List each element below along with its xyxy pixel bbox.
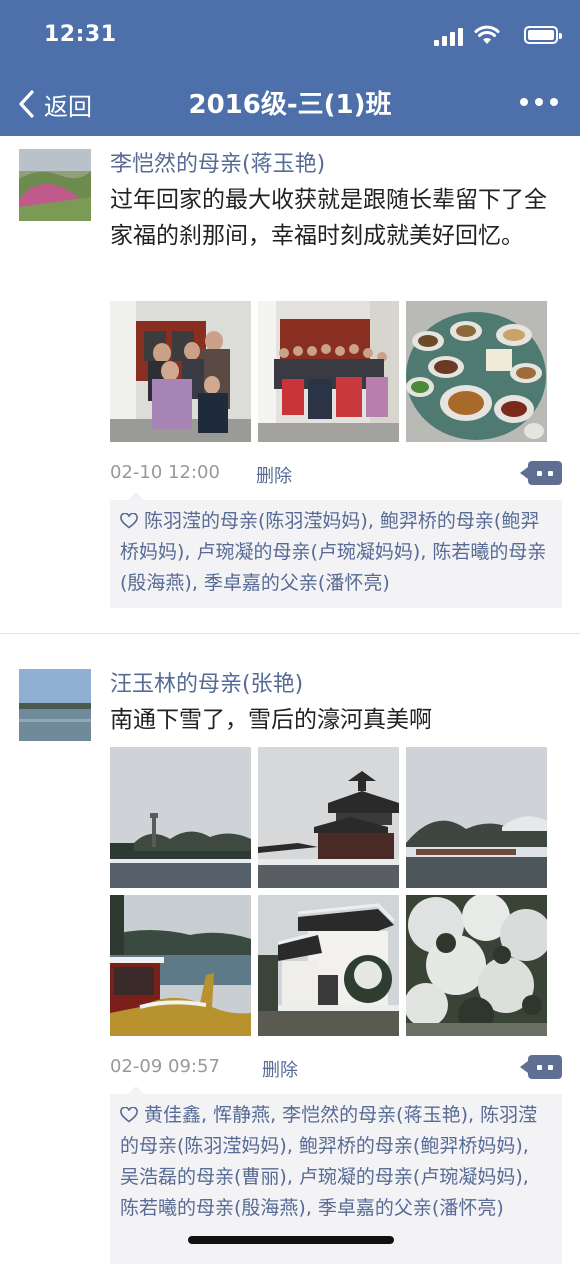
post-photo[interactable] xyxy=(110,301,251,442)
post-photo[interactable] xyxy=(258,301,399,442)
post-divider xyxy=(0,633,580,634)
post-photo[interactable] xyxy=(258,895,399,1036)
post-photo[interactable] xyxy=(258,747,399,888)
comment-icon[interactable] xyxy=(520,461,562,485)
post-photo[interactable] xyxy=(406,747,547,888)
home-indicator[interactable] xyxy=(188,1236,394,1244)
avatar[interactable] xyxy=(19,669,91,741)
post-photo[interactable] xyxy=(110,895,251,1036)
post-text: 南通下雪了，雪后的濠河真美啊 xyxy=(110,707,432,733)
likes-names[interactable]: 黄佳鑫, 恽静燕, 李恺然的母亲(蒋玉艳), 陈羽滢的母亲(陈羽滢妈妈), 鲍羿… xyxy=(120,1104,537,1219)
post-photo[interactable] xyxy=(406,301,547,442)
post-author[interactable]: 李恺然的母亲(蒋玉艳) xyxy=(110,146,325,178)
page-title: 2016级-三(1)班 xyxy=(188,90,392,120)
battery-icon xyxy=(524,26,562,44)
status-time: 12:31 xyxy=(44,22,117,47)
post-time: 02-10 12:00 xyxy=(110,462,220,483)
post-author[interactable]: 汪玉林的母亲(张艳) xyxy=(110,666,303,698)
signal-icon xyxy=(434,28,464,46)
delete-button[interactable]: 删除 xyxy=(256,462,292,488)
avatar[interactable] xyxy=(19,149,91,221)
delete-button[interactable]: 删除 xyxy=(262,1056,298,1082)
likes-names[interactable]: 陈羽滢的母亲(陈羽滢妈妈), 鲍羿桥的母亲(鲍羿桥妈妈), 卢琬凝的母亲(卢琬凝… xyxy=(120,510,546,594)
post-photo[interactable] xyxy=(406,895,547,1036)
likes-list: 陈羽滢的母亲(陈羽滢妈妈), 鲍羿桥的母亲(鲍羿桥妈妈), 卢琬凝的母亲(卢琬凝… xyxy=(110,492,562,608)
status-icons xyxy=(428,24,562,48)
heart-icon xyxy=(120,513,138,529)
post-photo[interactable] xyxy=(110,747,251,888)
post-text: 过年回家的最大收获就是跟随长辈留下了全家福的刹那间，幸福时刻成就美好回忆。 xyxy=(110,187,547,249)
navigation-bar: 12:31 返回 2016级-三(1)班 xyxy=(0,0,580,136)
comment-icon[interactable] xyxy=(520,1055,562,1079)
wifi-icon xyxy=(474,25,500,44)
more-dots-icon[interactable] xyxy=(520,98,558,106)
heart-icon xyxy=(120,1107,138,1123)
post-time: 02-09 09:57 xyxy=(110,1056,220,1077)
